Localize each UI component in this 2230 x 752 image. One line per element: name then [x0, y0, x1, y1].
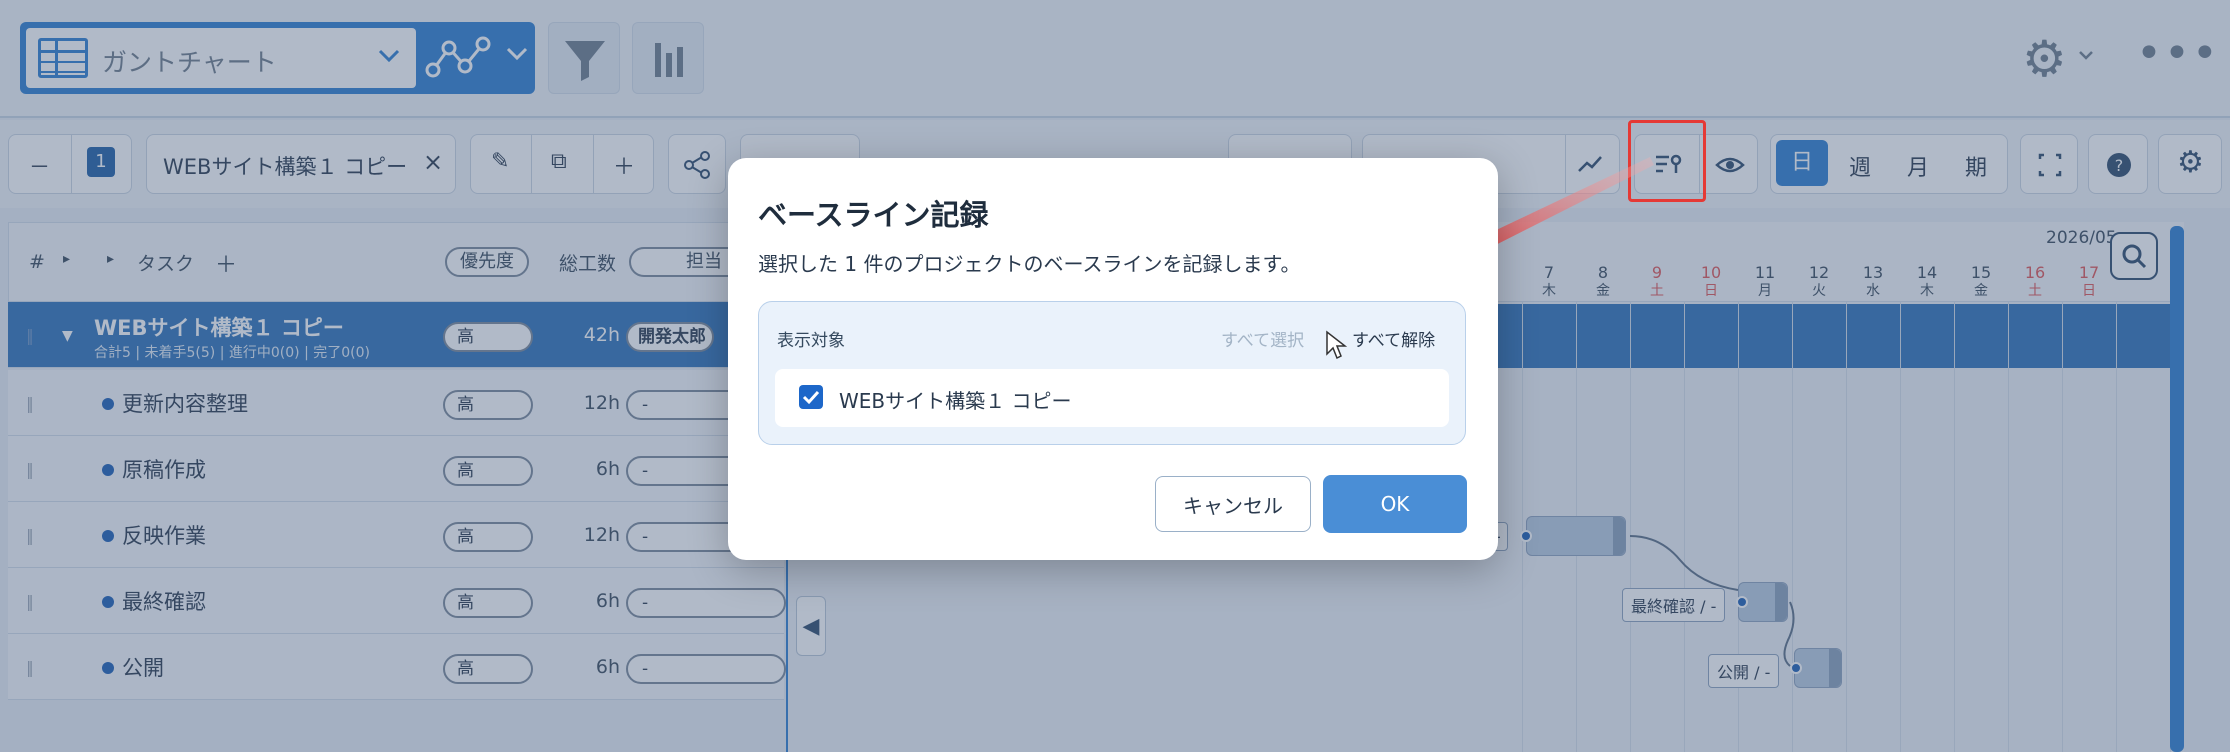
dialog-description: 選択した 1 件のプロジェクトのベースラインを記録します。 [758, 252, 1301, 276]
item-label: WEBサイト構築１ コピー [839, 389, 1072, 413]
cancel-button[interactable]: キャンセル [1155, 476, 1311, 532]
check-icon [802, 390, 820, 405]
deselect-all-link[interactable]: すべて解除 [1352, 326, 1435, 351]
mouse-cursor-icon [1326, 330, 1347, 360]
target-label: 表示対象 [777, 331, 845, 351]
baseline-dialog: ベースライン記録 選択した 1 件のプロジェクトのベースラインを記録します。 表… [728, 158, 1498, 560]
ok-button[interactable]: OK [1323, 475, 1467, 533]
item-checkbox[interactable] [799, 385, 823, 409]
target-panel: 表示対象 すべて選択 すべて解除 WEBサイト構築１ コピー [758, 301, 1466, 445]
select-all-link[interactable]: すべて選択 [1221, 326, 1304, 351]
dialog-title: ベースライン記録 [758, 198, 989, 232]
target-item[interactable]: WEBサイト構築１ コピー [775, 369, 1449, 427]
